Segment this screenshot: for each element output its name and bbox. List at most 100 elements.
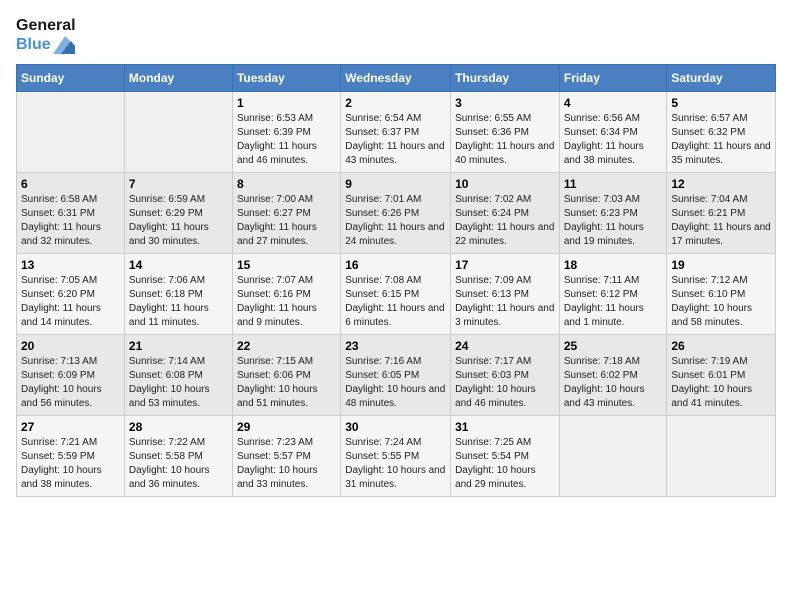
calendar-cell: 3 Sunrise: 6:55 AM Sunset: 6:36 PM Daylig… bbox=[451, 92, 560, 173]
day-number: 7 bbox=[129, 177, 228, 191]
day-info: Sunrise: 6:58 AM Sunset: 6:31 PM Dayligh… bbox=[21, 193, 120, 249]
calendar-week-row: 13 Sunrise: 7:05 AM Sunset: 6:20 PM Dayli… bbox=[17, 254, 776, 335]
day-info: Sunrise: 6:55 AM Sunset: 6:36 PM Dayligh… bbox=[455, 112, 555, 168]
day-info: Sunrise: 7:25 AM Sunset: 5:54 PM Dayligh… bbox=[455, 436, 555, 492]
day-info: Sunrise: 7:14 AM Sunset: 6:08 PM Dayligh… bbox=[129, 355, 228, 411]
calendar-table: SundayMondayTuesdayWednesdayThursdayFrid… bbox=[16, 64, 776, 497]
calendar-cell: 2Sunrise: 6:54 AM Sunset: 6:37 PM Daylig… bbox=[341, 92, 451, 173]
day-info: Sunrise: 7:23 AM Sunset: 5:57 PM Dayligh… bbox=[237, 436, 336, 492]
calendar-cell: 21 Sunrise: 7:14 AM Sunset: 6:08 PM Dayli… bbox=[124, 335, 232, 416]
day-of-week-header: Tuesday bbox=[232, 65, 340, 92]
day-info: Sunrise: 7:08 AM Sunset: 6:15 PM Dayligh… bbox=[345, 274, 446, 330]
day-number: 8 bbox=[237, 177, 336, 191]
calendar-cell: 23Sunrise: 7:16 AM Sunset: 6:05 PM Dayli… bbox=[341, 335, 451, 416]
logo: General Blue bbox=[16, 16, 76, 54]
calendar-cell: 7Sunrise: 6:59 AM Sunset: 6:29 PM Daylig… bbox=[124, 173, 232, 254]
day-info: Sunrise: 7:21 AM Sunset: 5:59 PM Dayligh… bbox=[21, 436, 120, 492]
day-info: Sunrise: 7:06 AM Sunset: 6:18 PM Dayligh… bbox=[129, 274, 228, 330]
logo-general: General bbox=[16, 16, 76, 35]
day-number: 5 bbox=[671, 96, 771, 110]
day-number: 28 bbox=[129, 420, 228, 434]
day-info: Sunrise: 7:22 AM Sunset: 5:58 PM Dayligh… bbox=[129, 436, 228, 492]
calendar-cell: 12 Sunrise: 7:04 AM Sunset: 6:21 PM Dayli… bbox=[667, 173, 776, 254]
day-info: Sunrise: 7:19 AM Sunset: 6:01 PM Dayligh… bbox=[671, 355, 771, 411]
day-number: 16 bbox=[345, 258, 446, 272]
day-info: Sunrise: 7:13 AM Sunset: 6:09 PM Dayligh… bbox=[21, 355, 120, 411]
day-number: 18 bbox=[564, 258, 663, 272]
day-info: Sunrise: 7:15 AM Sunset: 6:06 PM Dayligh… bbox=[237, 355, 336, 411]
calendar-cell: 28 Sunrise: 7:22 AM Sunset: 5:58 PM Dayli… bbox=[124, 416, 232, 497]
header-row: SundayMondayTuesdayWednesdayThursdayFrid… bbox=[17, 65, 776, 92]
calendar-cell: 16 Sunrise: 7:08 AM Sunset: 6:15 PM Dayli… bbox=[341, 254, 451, 335]
calendar-week-row: 20 Sunrise: 7:13 AM Sunset: 6:09 PM Dayli… bbox=[17, 335, 776, 416]
day-number: 23 bbox=[345, 339, 446, 353]
calendar-week-row: 27 Sunrise: 7:21 AM Sunset: 5:59 PM Dayli… bbox=[17, 416, 776, 497]
day-number: 14 bbox=[129, 258, 228, 272]
calendar-cell: 18 Sunrise: 7:11 AM Sunset: 6:12 PM Dayli… bbox=[559, 254, 667, 335]
day-info: Sunrise: 6:53 AM Sunset: 6:39 PM Dayligh… bbox=[237, 112, 336, 168]
calendar-cell: 27 Sunrise: 7:21 AM Sunset: 5:59 PM Dayli… bbox=[17, 416, 125, 497]
day-of-week-header: Wednesday bbox=[341, 65, 451, 92]
day-number: 6 bbox=[21, 177, 120, 191]
calendar-cell: 30 Sunrise: 7:24 AM Sunset: 5:55 PM Dayli… bbox=[341, 416, 451, 497]
day-number: 12 bbox=[671, 177, 771, 191]
day-number: 3 bbox=[455, 96, 555, 110]
day-number: 9 bbox=[345, 177, 446, 191]
calendar-cell: 20 Sunrise: 7:13 AM Sunset: 6:09 PM Dayli… bbox=[17, 335, 125, 416]
logo-wave-icon bbox=[53, 36, 75, 54]
calendar-week-row: 1 Sunrise: 6:53 AM Sunset: 6:39 PM Daylig… bbox=[17, 92, 776, 173]
day-info: Sunrise: 7:24 AM Sunset: 5:55 PM Dayligh… bbox=[345, 436, 446, 492]
day-info: Sunrise: 7:07 AM Sunset: 6:16 PM Dayligh… bbox=[237, 274, 336, 330]
day-number: 15 bbox=[237, 258, 336, 272]
calendar-cell: 26 Sunrise: 7:19 AM Sunset: 6:01 PM Dayli… bbox=[667, 335, 776, 416]
day-info: Sunrise: 6:56 AM Sunset: 6:34 PM Dayligh… bbox=[564, 112, 663, 168]
page-header: General Blue bbox=[16, 16, 776, 54]
calendar-cell: 14 Sunrise: 7:06 AM Sunset: 6:18 PM Dayli… bbox=[124, 254, 232, 335]
logo-blue: Blue bbox=[16, 35, 76, 54]
day-number: 11 bbox=[564, 177, 663, 191]
day-number: 17 bbox=[455, 258, 555, 272]
day-info: Sunrise: 7:03 AM Sunset: 6:23 PM Dayligh… bbox=[564, 193, 663, 249]
calendar-cell: 29 Sunrise: 7:23 AM Sunset: 5:57 PM Dayli… bbox=[232, 416, 340, 497]
day-of-week-header: Saturday bbox=[667, 65, 776, 92]
day-number: 26 bbox=[671, 339, 771, 353]
day-of-week-header: Friday bbox=[559, 65, 667, 92]
calendar-cell: 10Sunrise: 7:02 AM Sunset: 6:24 PM Dayli… bbox=[451, 173, 560, 254]
calendar-cell: 11 Sunrise: 7:03 AM Sunset: 6:23 PM Dayli… bbox=[559, 173, 667, 254]
day-number: 24 bbox=[455, 339, 555, 353]
calendar-cell: 25Sunrise: 7:18 AM Sunset: 6:02 PM Dayli… bbox=[559, 335, 667, 416]
calendar-cell bbox=[124, 92, 232, 173]
calendar-cell: 6 Sunrise: 6:58 AM Sunset: 6:31 PM Daylig… bbox=[17, 173, 125, 254]
day-info: Sunrise: 6:57 AM Sunset: 6:32 PM Dayligh… bbox=[671, 112, 771, 168]
calendar-cell bbox=[559, 416, 667, 497]
calendar-cell: 4 Sunrise: 6:56 AM Sunset: 6:34 PM Daylig… bbox=[559, 92, 667, 173]
day-number: 13 bbox=[21, 258, 120, 272]
day-info: Sunrise: 7:05 AM Sunset: 6:20 PM Dayligh… bbox=[21, 274, 120, 330]
day-number: 29 bbox=[237, 420, 336, 434]
day-number: 22 bbox=[237, 339, 336, 353]
calendar-cell: 15 Sunrise: 7:07 AM Sunset: 6:16 PM Dayli… bbox=[232, 254, 340, 335]
calendar-cell: 8 Sunrise: 7:00 AM Sunset: 6:27 PM Daylig… bbox=[232, 173, 340, 254]
day-number: 1 bbox=[237, 96, 336, 110]
calendar-cell: 31 Sunrise: 7:25 AM Sunset: 5:54 PM Dayli… bbox=[451, 416, 560, 497]
day-number: 4 bbox=[564, 96, 663, 110]
day-number: 21 bbox=[129, 339, 228, 353]
day-number: 30 bbox=[345, 420, 446, 434]
day-info: Sunrise: 7:00 AM Sunset: 6:27 PM Dayligh… bbox=[237, 193, 336, 249]
day-info: Sunrise: 7:01 AM Sunset: 6:26 PM Dayligh… bbox=[345, 193, 446, 249]
day-number: 31 bbox=[455, 420, 555, 434]
day-info: Sunrise: 7:11 AM Sunset: 6:12 PM Dayligh… bbox=[564, 274, 663, 330]
day-of-week-header: Sunday bbox=[17, 65, 125, 92]
day-info: Sunrise: 7:09 AM Sunset: 6:13 PM Dayligh… bbox=[455, 274, 555, 330]
calendar-cell bbox=[17, 92, 125, 173]
day-number: 2 bbox=[345, 96, 446, 110]
day-number: 10 bbox=[455, 177, 555, 191]
day-number: 20 bbox=[21, 339, 120, 353]
calendar-cell: 19Sunrise: 7:12 AM Sunset: 6:10 PM Dayli… bbox=[667, 254, 776, 335]
calendar-cell: 9 Sunrise: 7:01 AM Sunset: 6:26 PM Daylig… bbox=[341, 173, 451, 254]
day-info: Sunrise: 7:04 AM Sunset: 6:21 PM Dayligh… bbox=[671, 193, 771, 249]
day-number: 25 bbox=[564, 339, 663, 353]
day-number: 19 bbox=[671, 258, 771, 272]
calendar-cell: 17 Sunrise: 7:09 AM Sunset: 6:13 PM Dayli… bbox=[451, 254, 560, 335]
day-number: 27 bbox=[21, 420, 120, 434]
